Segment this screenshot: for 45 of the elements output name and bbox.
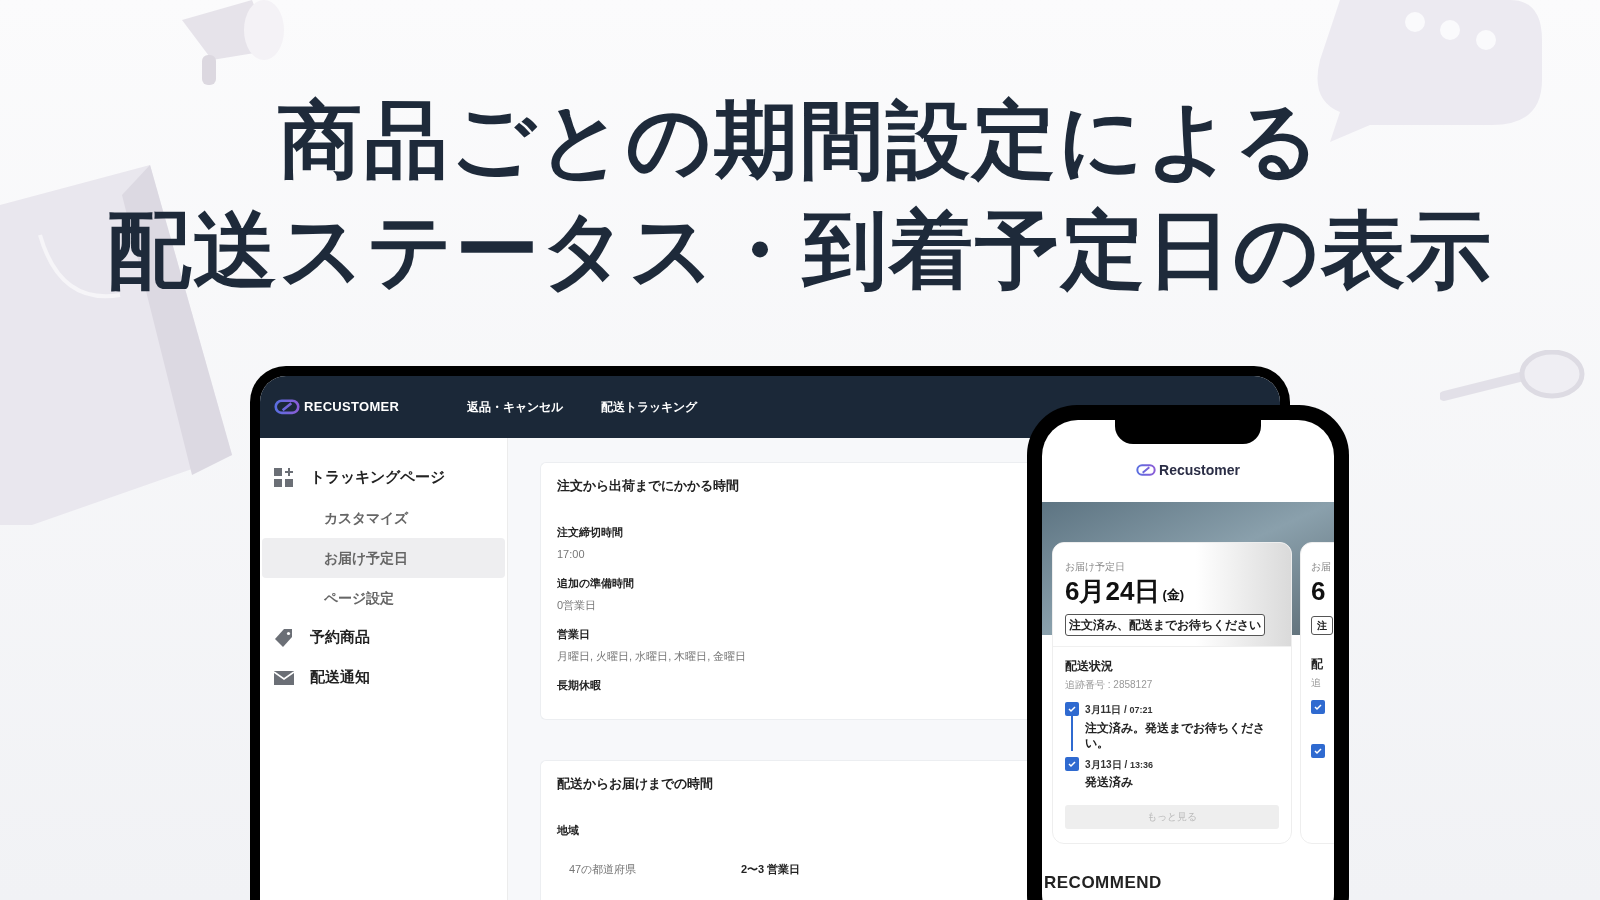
event-text: 注文済み。発送までお待ちください。 xyxy=(1085,720,1266,751)
brand-name: Recustomer xyxy=(1159,460,1240,480)
field-label: 営業日 xyxy=(557,626,590,642)
field-label: 地域 xyxy=(557,823,579,838)
delivery-date: 6月24日 xyxy=(1065,576,1161,606)
sidebar-subitem[interactable]: ページ設定 xyxy=(262,578,505,618)
tracking-number: 追跡番号 : 2858127 xyxy=(1065,678,1153,692)
status-tag: 注文済み、配送までお待ちください xyxy=(1065,614,1265,636)
field-value: 17:00 xyxy=(557,547,585,563)
headline: 配送ステータス・到着予定日の表示 xyxy=(107,202,1493,299)
section-title: RECOMMEND xyxy=(1043,871,1162,894)
sidebar-item[interactable]: 配送通知 xyxy=(262,658,505,698)
tracking-number: 追 xyxy=(1311,676,1321,690)
event-text: 発送済み xyxy=(1085,775,1133,790)
shipping-title: 配送状況 xyxy=(1065,658,1113,675)
field-value: 0営業日 xyxy=(557,598,597,614)
tag-icon xyxy=(274,628,294,648)
card-title: 配送からお届けまでの時間 xyxy=(557,776,713,794)
event-time: 3月11日 / 07:21 xyxy=(1085,703,1153,717)
headline: 商品ごとの期間設定による xyxy=(278,92,1322,189)
days-cell-text: 2〜3 営業日 xyxy=(741,861,801,877)
field-label: 長期休暇 xyxy=(557,677,601,693)
mail-icon xyxy=(274,670,294,686)
delivery-label: お届け予定日 xyxy=(1065,560,1126,574)
weekday: (金) xyxy=(1162,585,1185,604)
brand-name: RECUSTOMER xyxy=(304,398,400,417)
shipping-title: 配 xyxy=(1311,656,1323,673)
field-value: 月曜日, 火曜日, 水曜日, 木曜日, 金曜日 xyxy=(557,649,747,665)
card-title: 注文から出荷までにかかる時間 xyxy=(557,478,739,495)
delivery-label: お届 xyxy=(1311,560,1331,574)
grid-plus-icon xyxy=(274,468,294,488)
sidebar-subitem[interactable]: カスタマイズ xyxy=(262,498,505,538)
nav-link[interactable]: 配送トラッキング xyxy=(601,398,698,416)
delivery-date: 6 xyxy=(1311,576,1326,606)
logo-icon xyxy=(1136,464,1157,476)
sidebar-item[interactable]: 予約商品 xyxy=(262,618,505,658)
sidebar-subitem[interactable]: お届け予定日 xyxy=(262,538,505,578)
status-tag: 注 xyxy=(1311,616,1333,635)
event-time: 3月13日 / 13:36 xyxy=(1085,757,1154,772)
field-label: 注文締切時間 xyxy=(557,524,623,540)
field-label: 追加の準備時間 xyxy=(557,575,634,591)
nav-link[interactable]: 返品・キャンセル xyxy=(467,398,564,416)
logo-icon xyxy=(274,399,300,415)
region-cell-text: 47の都道府県 xyxy=(569,861,638,877)
sidebar-item[interactable]: トラッキングページ xyxy=(262,458,505,498)
